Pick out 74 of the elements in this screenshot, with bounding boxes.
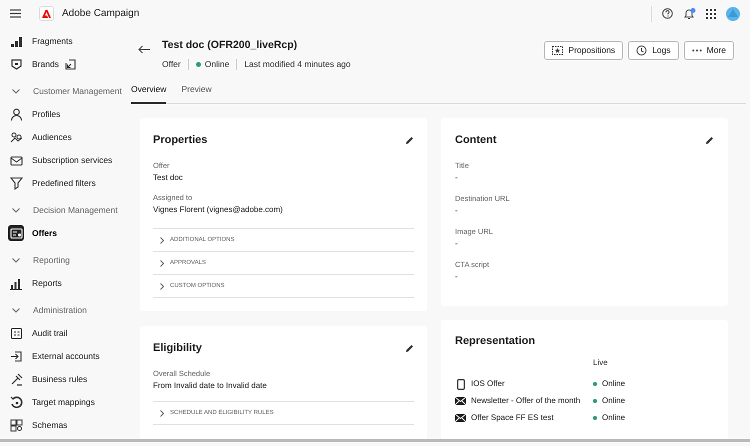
card-title: Properties	[153, 133, 208, 148]
status-text: Online	[204, 58, 230, 70]
column-header: Live	[593, 358, 609, 368]
offer-type: Offer	[162, 58, 181, 70]
field-value: -	[455, 272, 459, 282]
envelope-icon	[455, 397, 466, 406]
sidebar-item[interactable]: Subscription services	[32, 154, 112, 166]
avatar[interactable]	[726, 6, 740, 20]
tab[interactable]: Preview	[181, 82, 212, 104]
chevron-icon[interactable]	[9, 308, 23, 312]
sidebar-item[interactable]: Predefined filters	[32, 176, 96, 190]
star-frame-icon	[552, 46, 564, 55]
edit-icon[interactable]	[705, 136, 714, 145]
offer-name: Offer Space FF ES test	[471, 412, 554, 424]
person-icon	[8, 106, 24, 122]
section-heading[interactable]: Administration	[33, 304, 87, 316]
sidebar-item[interactable]: External accounts	[32, 350, 100, 362]
section-heading[interactable]: Decision Management	[33, 204, 118, 216]
status-text: Online	[602, 395, 626, 408]
chevron-icon[interactable]	[9, 208, 23, 212]
chevron-right-icon[interactable]	[160, 282, 164, 290]
field-value: -	[455, 206, 459, 216]
field-value: -	[455, 239, 459, 250]
section-heading[interactable]: Reporting	[33, 254, 70, 266]
sidebar-item[interactable]: Audit trail	[32, 326, 68, 340]
grid-icon	[8, 417, 24, 433]
tab[interactable]: Overview	[131, 82, 166, 104]
edit-icon[interactable]	[405, 344, 414, 353]
phone-icon	[455, 378, 466, 390]
sidebar-item[interactable]: Reports	[32, 276, 62, 290]
checklist-icon	[8, 325, 24, 341]
more-button[interactable]: More	[684, 41, 734, 60]
offer-name: IOS Offer	[471, 378, 505, 390]
chevron-icon[interactable]	[9, 88, 23, 94]
back-arrow-icon[interactable]	[138, 45, 150, 54]
refresh-icon	[8, 394, 24, 410]
sidebar-item[interactable]: Audiences	[32, 130, 72, 144]
filter-icon	[8, 175, 24, 191]
card-title: Eligibility	[153, 341, 202, 356]
sidebar-item[interactable]: Brands	[32, 58, 59, 70]
sidebar-item[interactable]: Target mappings	[32, 396, 95, 408]
chevron-right-icon[interactable]	[160, 260, 164, 267]
propositions-button[interactable]: Propositions	[544, 41, 624, 60]
status-text: Online	[602, 378, 626, 390]
field-value: Vignes Florent (vignes@adobe.com)	[153, 205, 284, 216]
sidebar-item[interactable]: Business rules	[32, 372, 88, 386]
chevron-right-icon[interactable]	[160, 410, 164, 417]
app-name: Adobe Campaign	[62, 7, 140, 21]
envelope-icon	[455, 414, 466, 422]
card-title: Representation	[455, 334, 536, 348]
sidebar-item[interactable]: Fragments	[32, 34, 73, 48]
sidebar-item[interactable]: Schemas	[32, 418, 68, 432]
more-icon	[692, 49, 702, 52]
last-modified: Last modified 4 minutes ago	[244, 58, 351, 70]
card-title: Content	[455, 133, 497, 148]
notification-icon[interactable]	[683, 8, 696, 20]
chevron-icon[interactable]	[9, 258, 23, 262]
offer-name: Newsletter - Offer of the month	[471, 395, 580, 408]
chevron-right-icon[interactable]	[160, 236, 164, 244]
field-value: -	[455, 173, 459, 184]
section-heading[interactable]: Customer Management	[33, 84, 122, 98]
sidebar-item[interactable]: Offers	[32, 226, 58, 240]
field-value: Test doc	[153, 173, 184, 184]
help-icon[interactable]	[662, 8, 673, 19]
edit-icon[interactable]	[405, 136, 414, 145]
apps-icon[interactable]	[706, 8, 716, 18]
page-title: Test doc (OFR200_liveRcp)	[162, 38, 298, 53]
logs-button[interactable]: Logs	[628, 41, 679, 60]
sidebar-item[interactable]: Profiles	[32, 108, 60, 120]
app-logo	[39, 6, 54, 21]
status-text: Online	[602, 412, 626, 424]
field-value: From Invalid date to Invalid date	[153, 381, 268, 392]
menu-icon[interactable]	[10, 9, 21, 18]
history-icon	[636, 45, 648, 56]
